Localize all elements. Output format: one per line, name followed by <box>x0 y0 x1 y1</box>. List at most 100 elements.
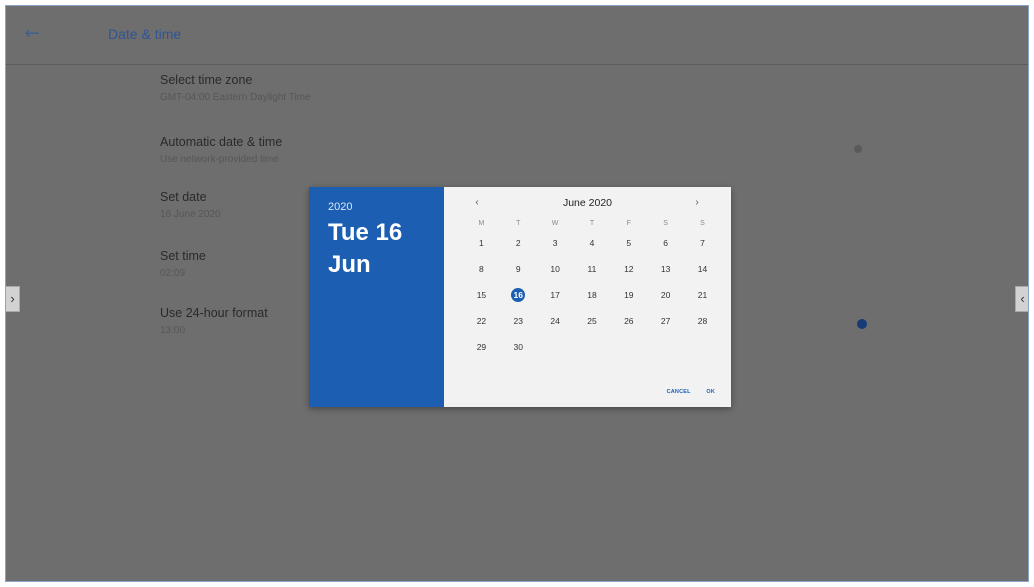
calendar-day[interactable]: 23 <box>500 308 537 334</box>
setting-label: Use 24-hour format <box>160 306 268 320</box>
top-bar: ← Date & time <box>6 6 1028 65</box>
calendar-day-number: 22 <box>476 316 487 326</box>
calendar-day[interactable]: 17 <box>537 282 574 308</box>
calendar-day[interactable]: 1 <box>463 230 500 256</box>
calendar-day[interactable]: 15 <box>463 282 500 308</box>
calendar-day-number: 12 <box>624 264 634 274</box>
calendar-day-number: 19 <box>624 290 634 300</box>
calendar-day[interactable]: 28 <box>684 308 721 334</box>
calendar-day[interactable]: 14 <box>684 256 721 282</box>
back-arrow-icon[interactable]: ← <box>20 22 44 46</box>
24-hour-format-toggle[interactable] <box>857 319 867 329</box>
side-panel-expand-left-icon[interactable]: › <box>6 286 20 312</box>
setting-time-zone[interactable]: Select time zone GMT-04:00 Eastern Dayli… <box>160 73 311 103</box>
calendar-day-selected[interactable]: 16 <box>500 282 537 308</box>
calendar-day[interactable]: 27 <box>647 308 684 334</box>
selected-date-day: Tue 16 <box>328 219 403 246</box>
selected-date: Tue 16 Jun <box>328 217 438 281</box>
calendar-day[interactable]: 21 <box>684 282 721 308</box>
calendar-day-number: 18 <box>587 290 597 300</box>
date-picker-header: 2020 Tue 16 Jun <box>309 187 444 407</box>
calendar-day[interactable]: 22 <box>463 308 500 334</box>
calendar-day[interactable]: 5 <box>610 230 647 256</box>
calendar-day[interactable]: 29 <box>463 334 500 360</box>
setting-set-date[interactable]: Set date 16 June 2020 <box>160 190 221 220</box>
setting-set-time[interactable]: Set time 02:09 <box>160 249 206 279</box>
calendar-day-number: 1 <box>479 238 484 248</box>
calendar-day-number: 6 <box>663 238 668 248</box>
setting-label: Automatic date & time <box>160 135 283 149</box>
calendar-day[interactable]: 26 <box>610 308 647 334</box>
next-month-icon[interactable]: › <box>689 195 705 211</box>
setting-value: 13:00 <box>160 325 186 336</box>
setting-value: GMT-04:00 Eastern Daylight Time <box>160 92 311 103</box>
calendar-day-number: 27 <box>660 316 671 326</box>
calendar-day-number: 24 <box>550 316 560 326</box>
setting-24-hour-format[interactable]: Use 24-hour format 13:00 <box>160 306 268 336</box>
calendar-day-number: 9 <box>515 264 521 274</box>
calendar-day-number: 10 <box>550 264 560 274</box>
calendar-day[interactable]: 2 <box>500 230 537 256</box>
automatic-date-time-toggle[interactable] <box>854 145 862 153</box>
calendar-day-number: 17 <box>550 290 560 300</box>
setting-label: Set date <box>160 190 207 204</box>
calendar-day-number: 15 <box>476 290 487 300</box>
calendar-day-number: 26 <box>624 316 634 326</box>
calendar-day[interactable]: 18 <box>574 282 611 308</box>
calendar-day[interactable]: 10 <box>537 256 574 282</box>
ok-button[interactable]: OK <box>706 389 715 395</box>
setting-value: 02:09 <box>160 268 186 279</box>
setting-value: Use network-provided time <box>160 154 279 165</box>
weekday-header: W <box>551 220 559 227</box>
weekday-header: F <box>626 220 631 227</box>
calendar-day[interactable]: 20 <box>647 282 684 308</box>
calendar-day-number: 13 <box>660 264 671 274</box>
calendar-day[interactable]: 11 <box>574 256 611 282</box>
setting-value: 16 June 2020 <box>160 209 221 220</box>
dialog-actions: CANCEL OK <box>653 389 715 395</box>
weekday-header: T <box>589 220 595 227</box>
calendar-day-number: 23 <box>513 316 523 326</box>
calendar-day-number: 11 <box>587 264 597 274</box>
calendar-day[interactable]: 25 <box>574 308 611 334</box>
selected-year[interactable]: 2020 <box>328 201 352 213</box>
calendar-day[interactable]: 12 <box>610 256 647 282</box>
calendar-day-number: 7 <box>700 238 705 248</box>
calendar-day[interactable]: 4 <box>574 230 611 256</box>
calendar-day[interactable]: 24 <box>537 308 574 334</box>
calendar-day[interactable]: 9 <box>500 256 537 282</box>
calendar-day[interactable]: 8 <box>463 256 500 282</box>
calendar-day[interactable]: 13 <box>647 256 684 282</box>
calendar-day-number: 28 <box>697 316 708 326</box>
calendar-day-number: 16 <box>511 288 526 302</box>
weekday-header: S <box>663 220 668 227</box>
calendar-day[interactable]: 6 <box>647 230 684 256</box>
calendar-day-number: 21 <box>697 290 708 300</box>
side-panel-expand-right-icon[interactable]: ‹ <box>1015 286 1028 312</box>
setting-label: Set time <box>160 249 206 263</box>
calendar-day[interactable]: 19 <box>610 282 647 308</box>
weekday-header: M <box>478 220 485 227</box>
date-picker-dialog: 2020 Tue 16 Jun ‹ June 2020 › MTWTFSS123… <box>309 187 731 407</box>
calendar-day-number: 8 <box>479 264 484 274</box>
weekday-header: T <box>516 220 521 227</box>
weekday-header: S <box>700 220 705 227</box>
calendar-day-number: 2 <box>515 238 521 248</box>
calendar-day-number: 29 <box>476 342 487 352</box>
calendar-day-number: 3 <box>552 238 558 248</box>
page-title: Date & time <box>108 26 182 42</box>
calendar-day-number: 14 <box>697 264 708 274</box>
calendar-day-number: 30 <box>513 342 523 352</box>
setting-label: Select time zone <box>160 73 253 87</box>
calendar-day-number: 4 <box>589 238 595 248</box>
cancel-button[interactable]: CANCEL <box>667 389 691 395</box>
calendar-day-number: 25 <box>587 316 597 326</box>
setting-automatic-date-time[interactable]: Automatic date & time Use network-provid… <box>160 135 282 165</box>
calendar-day[interactable]: 7 <box>684 230 721 256</box>
calendar-grid: M T W T F S S 1 2 3 4 5 6 7 8 9 10 11 12 13 14 15 16 17 18 19 20 21… <box>463 217 721 360</box>
calendar-day[interactable]: 3 <box>537 230 574 256</box>
selected-date-month: Jun <box>328 251 371 278</box>
calendar-panel: ‹ June 2020 › M T W T F S S 1 2 3 4 5 6 7 8 9 10 11 12 13 14… <box>444 187 731 407</box>
calendar-day-number: 5 <box>626 238 632 248</box>
calendar-day[interactable]: 30 <box>500 334 537 360</box>
